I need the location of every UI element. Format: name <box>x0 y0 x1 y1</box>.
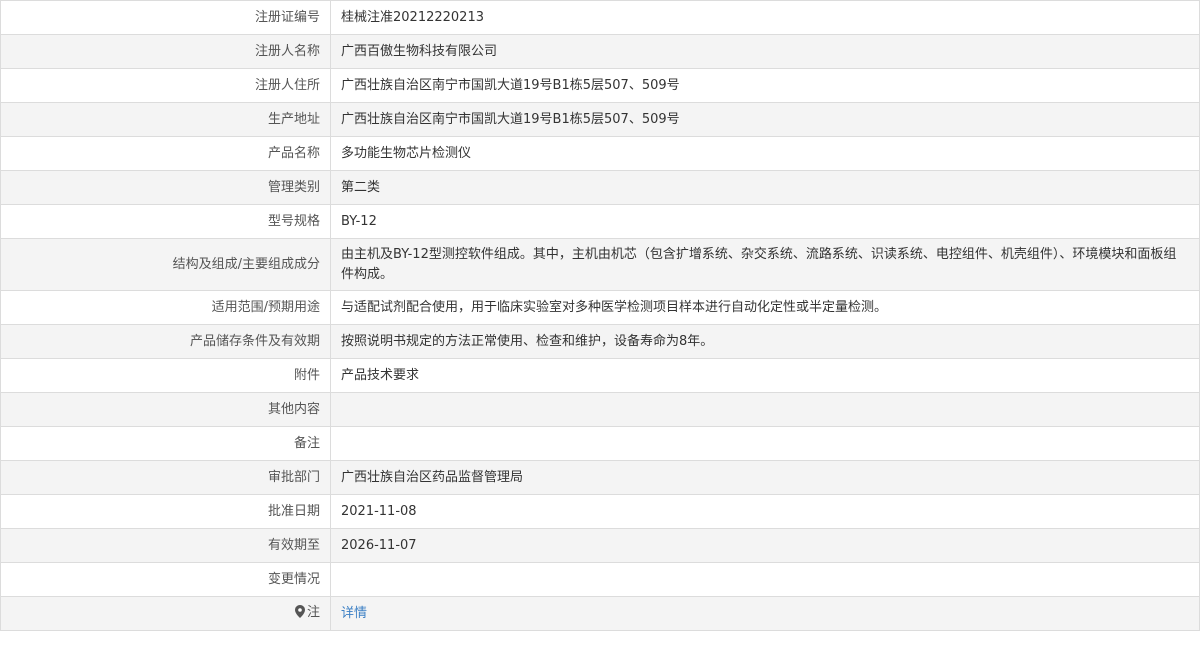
field-label-production-address: 生产地址 <box>0 102 331 137</box>
table-row: 管理类别 第二类 <box>0 170 1200 205</box>
field-value-other-content <box>330 392 1200 427</box>
field-label-change-status: 变更情况 <box>0 562 331 597</box>
table-row: 注册人住所 广西壮族自治区南宁市国凯大道19号B1栋5层507、509号 <box>0 68 1200 103</box>
field-label-intended-use: 适用范围/预期用途 <box>0 290 331 325</box>
field-label-valid-until: 有效期至 <box>0 528 331 563</box>
field-value-structure-composition: 由主机及BY-12型测控软件组成。其中，主机由机芯（包含扩增系统、杂交系统、流路… <box>330 238 1200 291</box>
registration-table: 注册证编号 桂械注准20212220213 注册人名称 广西百傲生物科技有限公司… <box>0 0 1200 631</box>
field-label-remarks: 备注 <box>0 426 331 461</box>
field-label-product-name: 产品名称 <box>0 136 331 171</box>
table-row: 审批部门 广西壮族自治区药品监督管理局 <box>0 460 1200 495</box>
field-label-approval-date: 批准日期 <box>0 494 331 529</box>
field-label-registrant-address: 注册人住所 <box>0 68 331 103</box>
field-value-attachment: 产品技术要求 <box>330 358 1200 393</box>
note-label-text: 注 <box>306 604 320 620</box>
field-value-model-spec: BY-12 <box>330 204 1200 239</box>
table-row: 适用范围/预期用途 与适配试剂配合使用，用于临床实验室对多种医学检测项目样本进行… <box>0 290 1200 325</box>
field-value-registration-number: 桂械注准20212220213 <box>330 0 1200 35</box>
field-label-approval-dept: 审批部门 <box>0 460 331 495</box>
field-value-note: 详情 <box>330 596 1200 631</box>
table-row: 产品储存条件及有效期 按照说明书规定的方法正常使用、检查和维护，设备寿命为8年。 <box>0 324 1200 359</box>
field-value-intended-use: 与适配试剂配合使用，用于临床实验室对多种医学检测项目样本进行自动化定性或半定量检… <box>330 290 1200 325</box>
field-value-remarks <box>330 426 1200 461</box>
field-label-note: 注 <box>0 596 331 631</box>
table-row: 注册证编号 桂械注准20212220213 <box>0 0 1200 35</box>
field-label-model-spec: 型号规格 <box>0 204 331 239</box>
table-row: 变更情况 <box>0 562 1200 597</box>
field-label-management-category: 管理类别 <box>0 170 331 205</box>
field-value-management-category: 第二类 <box>330 170 1200 205</box>
field-value-change-status <box>330 562 1200 597</box>
table-row: 其他内容 <box>0 392 1200 427</box>
field-value-approval-dept: 广西壮族自治区药品监督管理局 <box>330 460 1200 495</box>
table-row: 批准日期 2021-11-08 <box>0 494 1200 529</box>
details-link[interactable]: 详情 <box>341 606 367 621</box>
field-value-valid-until: 2026-11-07 <box>330 528 1200 563</box>
table-row: 产品名称 多功能生物芯片检测仪 <box>0 136 1200 171</box>
table-row: 型号规格 BY-12 <box>0 204 1200 239</box>
field-label-registration-number: 注册证编号 <box>0 0 331 35</box>
field-value-approval-date: 2021-11-08 <box>330 494 1200 529</box>
table-row: 注 详情 <box>0 596 1200 631</box>
table-row: 生产地址 广西壮族自治区南宁市国凯大道19号B1栋5层507、509号 <box>0 102 1200 137</box>
field-label-storage-validity: 产品储存条件及有效期 <box>0 324 331 359</box>
field-label-structure-composition: 结构及组成/主要组成成分 <box>0 238 331 291</box>
field-value-storage-validity: 按照说明书规定的方法正常使用、检查和维护，设备寿命为8年。 <box>330 324 1200 359</box>
field-label-attachment: 附件 <box>0 358 331 393</box>
field-value-product-name: 多功能生物芯片检测仪 <box>330 136 1200 171</box>
table-row: 结构及组成/主要组成成分 由主机及BY-12型测控软件组成。其中，主机由机芯（包… <box>0 238 1200 291</box>
table-row: 有效期至 2026-11-07 <box>0 528 1200 563</box>
field-value-production-address: 广西壮族自治区南宁市国凯大道19号B1栋5层507、509号 <box>330 102 1200 137</box>
field-label-registrant-name: 注册人名称 <box>0 34 331 69</box>
field-value-registrant-address: 广西壮族自治区南宁市国凯大道19号B1栋5层507、509号 <box>330 68 1200 103</box>
field-label-other-content: 其他内容 <box>0 392 331 427</box>
map-pin-icon <box>294 604 305 625</box>
table-row: 附件 产品技术要求 <box>0 358 1200 393</box>
table-row: 注册人名称 广西百傲生物科技有限公司 <box>0 34 1200 69</box>
table-row: 备注 <box>0 426 1200 461</box>
field-value-registrant-name: 广西百傲生物科技有限公司 <box>330 34 1200 69</box>
